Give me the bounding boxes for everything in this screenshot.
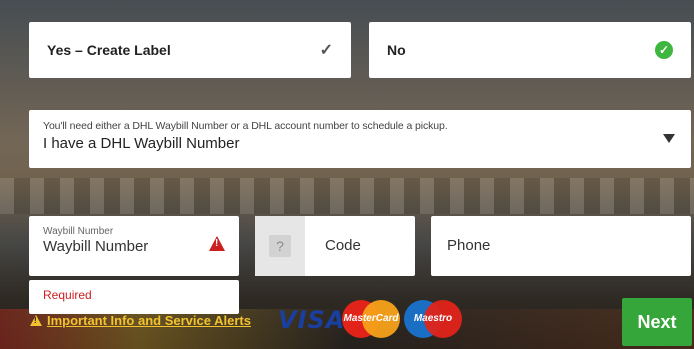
waybill-number-input[interactable]: Waybill Number	[43, 238, 225, 255]
maestro-logo: Maestro	[404, 300, 462, 340]
pickup-method-select[interactable]: You'll need either a DHL Waybill Number …	[29, 110, 691, 168]
no-option[interactable]: No ✓	[369, 22, 691, 78]
warning-icon	[209, 236, 225, 251]
phone-field[interactable]: Phone	[431, 216, 691, 276]
dropdown-arrow-icon	[663, 134, 675, 143]
phone-input[interactable]: Phone	[447, 237, 490, 254]
pickup-selected-value: I have a DHL Waybill Number	[43, 135, 240, 152]
next-button[interactable]: Next	[622, 298, 692, 346]
waybill-number-field[interactable]: Waybill Number Waybill Number	[29, 216, 239, 276]
yes-create-label-option[interactable]: Yes – Create Label ✓	[29, 22, 351, 78]
visa-logo: VISA	[278, 306, 346, 334]
mastercard-logo: MasterCard	[342, 300, 400, 340]
check-circle-icon: ✓	[655, 41, 673, 59]
waybill-number-label: Waybill Number	[43, 226, 114, 237]
service-alerts[interactable]: Important Info and Service Alerts	[30, 313, 251, 328]
waybill-required-error: Required	[29, 280, 239, 314]
payment-logos: VISA MasterCard Maestro	[278, 300, 462, 340]
pickup-hint: You'll need either a DHL Waybill Number …	[43, 120, 448, 132]
yes-create-label-text: Yes – Create Label	[47, 42, 171, 58]
help-button[interactable]: ?	[255, 216, 305, 276]
no-option-text: No	[387, 42, 406, 58]
background-scene	[0, 178, 694, 214]
phone-code-field[interactable]: ? Code	[255, 216, 415, 276]
question-mark-icon: ?	[269, 235, 291, 257]
important-info-link[interactable]: Important Info and Service Alerts	[47, 313, 251, 328]
check-icon: ✓	[319, 42, 333, 59]
code-input[interactable]: Code	[325, 237, 361, 254]
alert-warning-icon	[30, 315, 42, 326]
